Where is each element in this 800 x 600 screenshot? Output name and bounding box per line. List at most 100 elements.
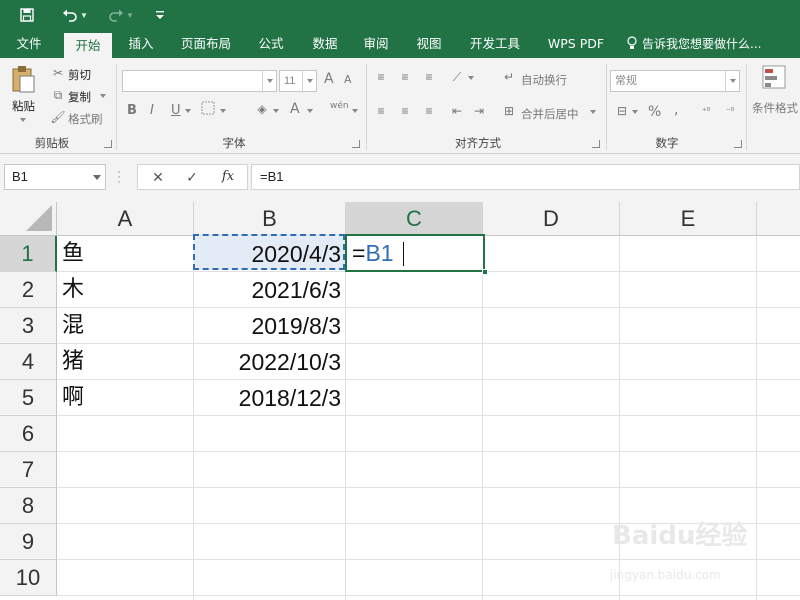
enter-icon[interactable]: ✓ [176,165,208,189]
row-header-3[interactable]: 3 [0,308,57,344]
merge-center-icon[interactable]: ⊞ [500,102,518,120]
conditional-formatting-icon[interactable] [760,64,788,94]
font-size-combo[interactable]: 11 [279,70,317,92]
tab-home[interactable]: 开始 [64,33,112,58]
align-middle-icon[interactable]: ≡ [396,68,414,86]
row-header-5[interactable]: 5 [0,380,57,416]
row-header-2[interactable]: 2 [0,272,57,308]
increase-indent-icon[interactable]: ⇥ [470,102,488,120]
conditional-formatting-button[interactable]: 条件格式 [752,100,798,116]
increase-decimal-icon[interactable]: ⁺⁰ [696,102,716,120]
wrap-text-icon[interactable]: ↵ [500,68,518,86]
chevron-down-icon[interactable]: ▼ [126,11,134,20]
dialog-launcher-icon[interactable] [592,140,600,148]
cell-b5[interactable]: 2018/12/3 [194,380,345,416]
tab-view[interactable]: 视图 [406,30,452,58]
row-header-9[interactable]: 9 [0,524,57,560]
column-header-d[interactable]: D [483,202,620,236]
undo-icon[interactable]: ▼ [58,3,92,27]
decrease-indent-icon[interactable]: ⇤ [448,102,466,120]
tab-insert[interactable]: 插入 [118,30,164,58]
column-header-b[interactable]: B [194,202,346,236]
tab-review[interactable]: 审阅 [353,30,399,58]
fill-handle[interactable] [482,269,488,275]
chevron-down-icon[interactable]: ▼ [80,11,88,20]
chevron-down-icon[interactable] [185,109,191,116]
chevron-down-icon[interactable] [100,94,106,101]
column-header-e[interactable]: E [620,202,757,236]
row-header-4[interactable]: 4 [0,344,57,380]
row-header-10[interactable]: 10 [0,560,57,596]
column-header-c[interactable]: C [346,202,483,236]
cut-button[interactable]: 剪切 [68,67,91,83]
orientation-icon[interactable]: ⟋ [448,68,466,86]
chevron-down-icon[interactable] [262,71,276,91]
paste-button[interactable]: 粘贴 [12,98,35,114]
customize-icon[interactable] [152,3,168,27]
cell-a1[interactable]: 鱼 [57,236,193,272]
align-top-icon[interactable]: ≡ [372,68,390,86]
borders-icon[interactable] [198,101,218,120]
cell-b2[interactable]: 2021/6/3 [194,272,345,308]
cut-icon[interactable]: ✂ [50,64,66,82]
cell-b1[interactable]: 2020/4/3 [194,236,345,272]
italic-button[interactable]: I [150,103,154,118]
tab-formulas[interactable]: 公式 [248,30,294,58]
dialog-launcher-icon[interactable] [104,140,112,148]
chevron-down-icon[interactable] [93,175,101,184]
underline-button[interactable]: U [171,103,181,118]
chevron-down-icon[interactable] [273,109,279,116]
active-cell-c1[interactable]: =B1 [345,234,488,275]
tab-file[interactable]: 文件 [6,30,52,58]
font-name-combo[interactable] [122,70,277,92]
percent-button[interactable]: % [648,104,661,120]
align-left-icon[interactable]: ≡ [372,102,390,120]
format-painter-button[interactable]: 格式刷 [68,111,103,127]
cancel-icon[interactable]: ✕ [142,165,174,189]
name-box[interactable]: B1 [4,164,106,190]
dialog-launcher-icon[interactable] [734,140,742,148]
formula-input[interactable]: =B1 [251,164,800,190]
tab-data[interactable]: 数据 [302,30,348,58]
align-right-icon[interactable]: ≡ [420,102,438,120]
shrink-font-button[interactable]: A [344,73,352,86]
insert-function-button[interactable]: fx [212,165,244,189]
tab-page-layout[interactable]: 页面布局 [172,30,240,58]
align-bottom-icon[interactable]: ≡ [420,68,438,86]
chevron-down-icon[interactable] [725,71,739,91]
align-center-icon[interactable]: ≡ [396,102,414,120]
more-icon[interactable]: · · · [117,165,121,187]
wrap-text-button[interactable]: 自动换行 [521,72,567,88]
cell-b3[interactable]: 2019/8/3 [194,308,345,344]
tell-me-search[interactable]: 告诉我您想要做什么... [626,30,761,58]
save-icon[interactable] [14,3,40,27]
chevron-down-icon[interactable] [220,109,226,116]
redo-icon[interactable]: ▼ [104,3,138,27]
paste-icon[interactable] [10,64,36,94]
merge-center-button[interactable]: 合并后居中 [521,106,579,122]
column-header-f[interactable] [757,202,800,236]
grow-font-button[interactable]: A [324,71,334,87]
copy-icon[interactable]: ⧉ [50,86,66,104]
row-header-6[interactable]: 6 [0,416,57,452]
comma-button[interactable]: , [674,102,678,118]
chevron-down-icon[interactable] [352,109,358,116]
cell-a4[interactable]: 猪 [57,344,193,380]
cell-a3[interactable]: 混 [57,308,193,344]
cell-b4[interactable]: 2022/10/3 [194,344,345,380]
number-format-combo[interactable]: 常规 [610,70,740,92]
chevron-down-icon[interactable] [468,76,474,83]
chevron-down-icon[interactable] [632,110,638,117]
copy-button[interactable]: 复制 [68,89,91,105]
tab-developer[interactable]: 开发工具 [462,30,528,58]
cell-a5[interactable]: 啊 [57,380,193,416]
row-header-8[interactable]: 8 [0,488,57,524]
font-color-button[interactable]: A [290,101,300,117]
bold-button[interactable]: B [127,103,137,118]
row-header-1[interactable]: 1 [0,236,57,272]
format-painter-icon[interactable]: 🖌 [50,108,66,126]
chevron-down-icon[interactable] [590,110,596,117]
chevron-down-icon[interactable] [307,109,313,116]
select-all-button[interactable] [0,202,57,236]
chevron-down-icon[interactable] [20,118,26,125]
